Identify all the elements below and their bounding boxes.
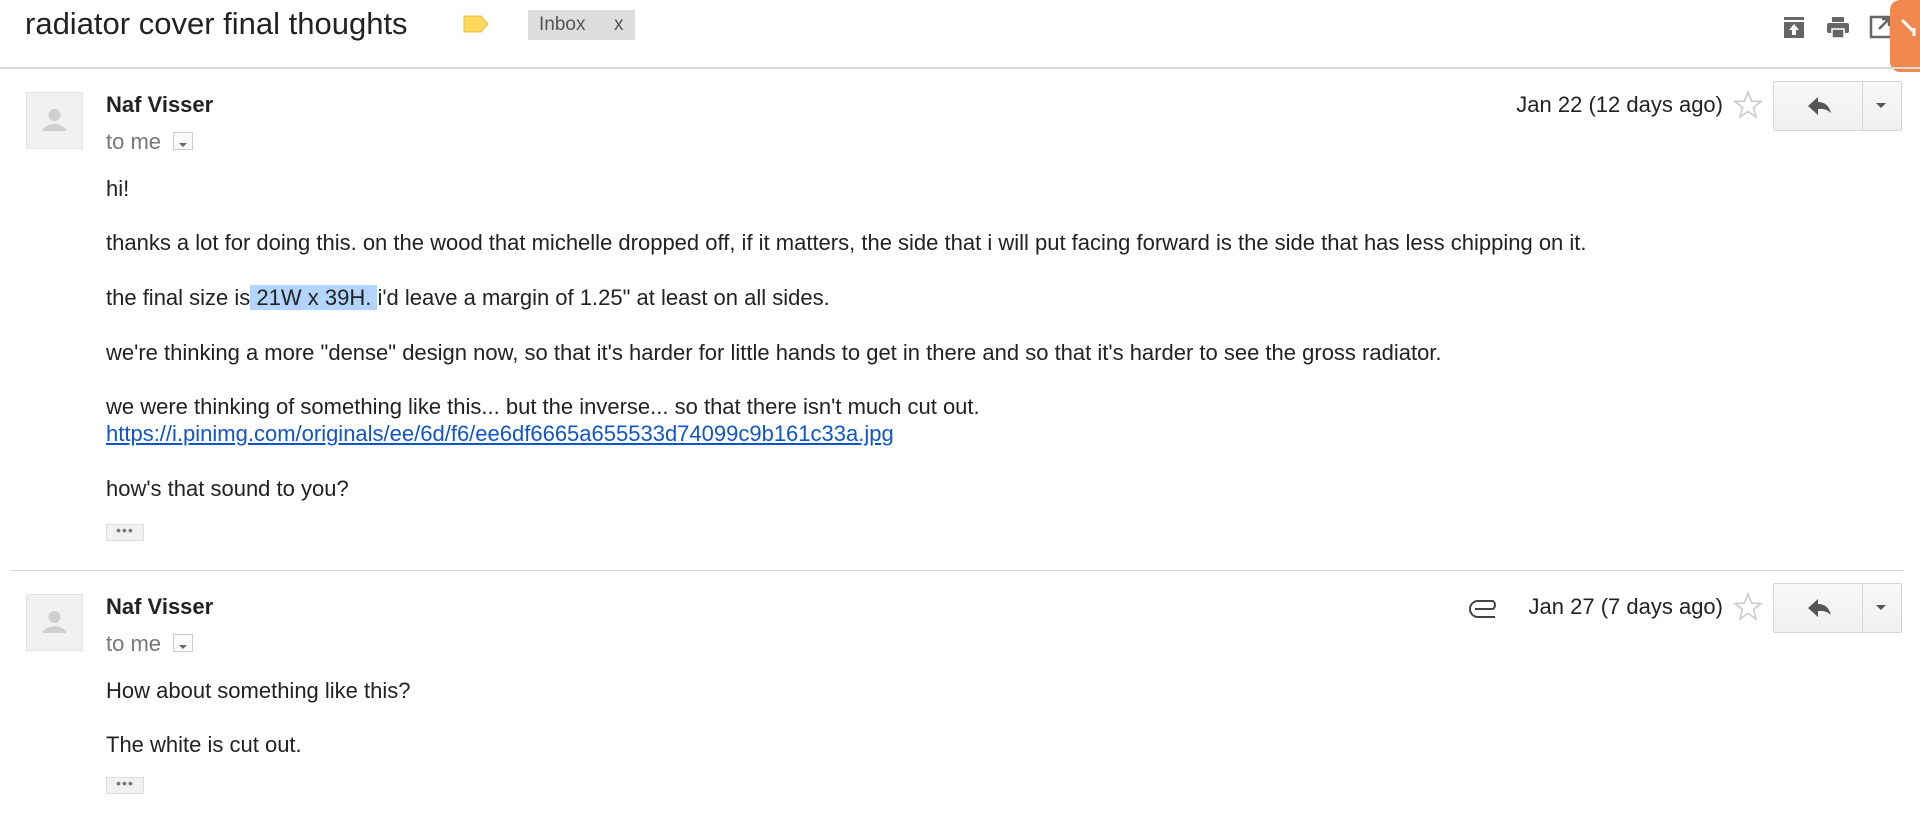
more-actions-button[interactable]: [1862, 584, 1901, 632]
sender-avatar: [26, 594, 83, 651]
show-details-button[interactable]: [173, 132, 194, 151]
recipient-line: to me: [106, 129, 194, 155]
side-panel-tab[interactable]: [1890, 0, 1920, 72]
reply-button-group: [1773, 81, 1902, 131]
caret-down-icon: [179, 143, 188, 148]
reply-arrow-icon: [1808, 599, 1831, 617]
show-trimmed-content-button[interactable]: •••: [106, 523, 144, 541]
sender-avatar: [26, 92, 83, 149]
printer-icon[interactable]: [1825, 14, 1851, 40]
selected-text[interactable]: 21W x 39H.: [250, 285, 378, 310]
reply-button[interactable]: [1774, 82, 1863, 130]
body-text-segment: the final size is: [106, 285, 251, 310]
chevron-down-icon: [1876, 103, 1886, 108]
body-paragraph: The white is cut out.: [106, 732, 302, 757]
message-divider: [10, 570, 1904, 571]
thread-subject: radiator cover final thoughts: [25, 6, 408, 41]
recipient-text: to me: [106, 129, 162, 154]
remove-label-button[interactable]: x: [614, 10, 624, 40]
label-chip-inbox: Inbox x: [528, 10, 635, 40]
header-divider: [0, 67, 1920, 69]
body-text-segment: i'd leave a margin of 1.25" at least on …: [377, 285, 830, 310]
reply-button-group: [1773, 583, 1902, 633]
sender-name[interactable]: Naf Visser: [106, 92, 213, 118]
person-placeholder-icon: [43, 611, 66, 633]
message-date: Jan 27 (7 days ago): [1528, 594, 1723, 619]
body-paragraph: the final size is 21W x 39H. i'd leave a…: [106, 284, 830, 312]
reply-arrow-icon: [1808, 97, 1831, 115]
message-date: Jan 22 (12 days ago): [1516, 92, 1723, 117]
body-paragraph: we're thinking a more "dense" design now…: [106, 340, 1442, 365]
body-paragraph: thanks a lot for doing this. on the wood…: [106, 230, 1587, 255]
body-paragraph: we were thinking of something like this.…: [106, 394, 980, 419]
chevron-down-icon: [1876, 605, 1886, 610]
reply-button[interactable]: [1774, 584, 1863, 632]
label-importance-icon[interactable]: [462, 14, 490, 34]
caret-down-icon: [179, 645, 188, 650]
star-icon[interactable]: [1733, 90, 1763, 120]
body-paragraph: hi!: [106, 176, 130, 201]
recipient-line: to me: [106, 631, 194, 657]
side-panel-arrow-icon: [1900, 18, 1916, 36]
star-icon[interactable]: [1733, 592, 1763, 622]
sender-name[interactable]: Naf Visser: [106, 594, 213, 620]
image-link[interactable]: https://i.pinimg.com/originals/ee/6d/f6/…: [106, 420, 894, 448]
body-paragraph: How about something like this?: [106, 678, 411, 703]
body-paragraph: how's that sound to you?: [106, 476, 349, 501]
show-details-button[interactable]: [173, 634, 194, 653]
person-placeholder-icon: [43, 109, 66, 131]
label-chip-inbox-text: Inbox: [539, 14, 586, 35]
archive-up-icon[interactable]: [1781, 14, 1807, 40]
recipient-text: to me: [106, 631, 162, 656]
show-trimmed-content-button[interactable]: •••: [106, 776, 144, 794]
more-actions-button[interactable]: [1862, 82, 1901, 130]
